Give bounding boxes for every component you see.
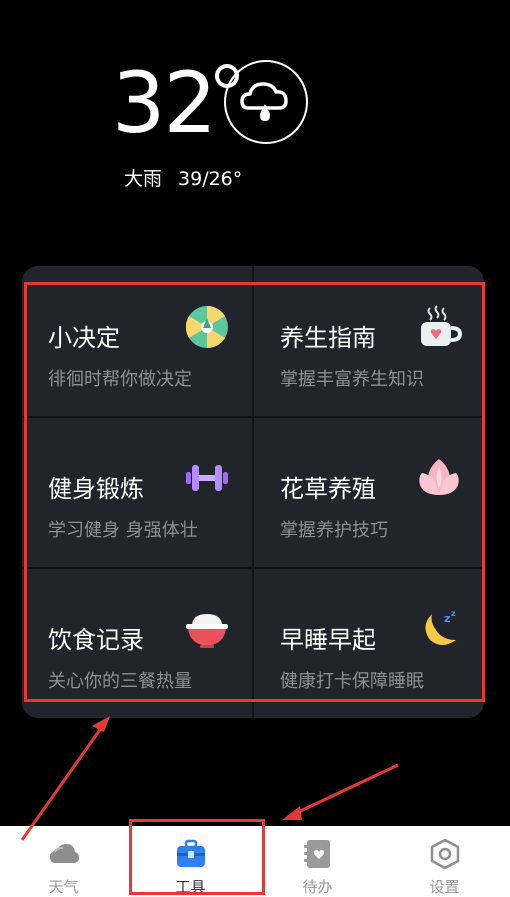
annotation-arrowhead bbox=[92, 716, 110, 732]
notebook-icon bbox=[304, 840, 330, 868]
condition-text: 大雨 bbox=[124, 168, 163, 190]
weather-condition: 大雨 39/26° bbox=[124, 164, 258, 191]
tab-label: 待办 bbox=[302, 878, 333, 896]
rain-cloud-icon bbox=[224, 60, 308, 144]
weather-summary: 32 大雨 39/26° bbox=[112, 58, 332, 198]
tab-todo[interactable]: 待办 bbox=[254, 826, 381, 897]
temperature: 32 bbox=[112, 54, 217, 152]
temperature-range: 39/26° bbox=[178, 168, 243, 190]
highlight-box-tools bbox=[24, 282, 485, 702]
tab-label: 设置 bbox=[429, 878, 460, 896]
highlight-box-tab bbox=[129, 819, 265, 895]
annotation-arrowhead bbox=[282, 806, 302, 820]
tab-settings[interactable]: 设置 bbox=[381, 826, 508, 897]
tab-weather[interactable]: 天气 bbox=[0, 826, 127, 897]
tab-label: 天气 bbox=[48, 878, 79, 896]
annotation-arrow-line bbox=[291, 763, 399, 817]
hexagon-settings-icon bbox=[430, 838, 460, 870]
annotation-arrow-line bbox=[20, 723, 106, 841]
cloud-icon bbox=[50, 844, 79, 863]
